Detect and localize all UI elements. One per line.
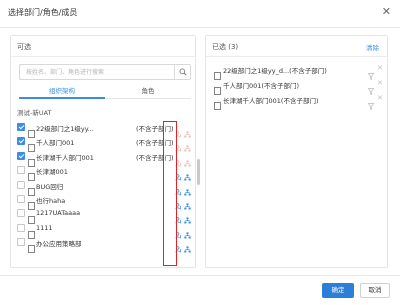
subordinate-icon[interactable]: [175, 152, 182, 167]
tree-node[interactable]: 千人部门001 (不含子部门): [17, 134, 193, 153]
cancel-button[interactable]: 取消: [360, 283, 390, 298]
node-checkbox[interactable]: [17, 137, 25, 146]
tree-node[interactable]: 也行haha: [17, 192, 193, 210]
node-checkbox[interactable]: [17, 223, 25, 232]
dialog-header: 选择部门/角色/成员 ✕: [0, 0, 400, 28]
subordinate-icon[interactable]: [175, 166, 182, 181]
node-label: BUG回归: [36, 182, 64, 191]
breadcrumb[interactable]: 测试-新UAT: [17, 107, 52, 117]
subordinate-icon[interactable]: [175, 195, 182, 210]
selected-item: 长津湖千人部门001(不含子部门) ✕: [212, 92, 384, 111]
confirm-button[interactable]: 确定: [322, 283, 354, 298]
department-tree: 22级部门之1级yy... (不含子部门) 千人部门001 (不含子部门) 长津湖千人部…: [17, 120, 193, 254]
selected-list: 22级部门之1级yy_d...(不含子部门) ✕ 千人部门001(不含子部门) ✕ 长津…: [212, 62, 384, 111]
node-checkbox[interactable]: [17, 166, 25, 175]
node-label: 1217UATaaaa: [36, 209, 81, 218]
node-checkbox[interactable]: [17, 209, 25, 218]
available-panel: 可选 组织架构 角色 测试-新UAT 22级部门之1级yy...(不含子部门)千…: [10, 35, 200, 268]
node-checkbox[interactable]: [17, 123, 25, 131]
divider: [206, 56, 387, 57]
subordinate-icon[interactable]: [175, 209, 182, 224]
org-structure-icon[interactable]: [184, 181, 191, 196]
node-checkbox[interactable]: [17, 238, 25, 247]
select-dialog: 选择部门/角色/成员 ✕ 可选 组织架构 角色 测试-新UAT 22级部门之1级…: [0, 0, 400, 305]
node-hint: (不含子部门): [136, 139, 174, 148]
folder-icon: [28, 152, 35, 167]
node-label: 千人部门001: [36, 139, 75, 148]
tab-bar: 组织架构 角色: [19, 86, 191, 99]
tree-node[interactable]: 1111: [17, 221, 193, 239]
available-panel-title: 可选: [17, 43, 31, 51]
folder-icon: [28, 209, 35, 225]
tree-node[interactable]: 长津湖001: [17, 163, 193, 182]
selected-panel-title: 已选 (3): [212, 43, 239, 51]
tab-org-structure[interactable]: 组织架构: [19, 86, 105, 99]
subordinate-icon[interactable]: [175, 224, 182, 239]
selected-item-label: 22级部门之1级yy_d...(不含子部门): [223, 67, 327, 75]
org-structure-icon[interactable]: [184, 209, 191, 224]
folder-icon: [28, 123, 35, 138]
selected-item: 千人部门001(不含子部门) ✕: [212, 77, 384, 96]
folder-icon: [214, 65, 221, 80]
org-structure-icon[interactable]: [184, 152, 191, 167]
filter-icon[interactable]: [367, 65, 375, 81]
node-label: 1111: [36, 223, 53, 232]
org-structure-icon[interactable]: [184, 195, 191, 210]
tab-roles[interactable]: 角色: [105, 86, 191, 99]
node-hint: (不含子部门): [136, 125, 174, 133]
filter-icon[interactable]: [367, 80, 375, 96]
dialog-title: 选择部门/角色/成员: [8, 8, 78, 17]
org-structure-icon[interactable]: [184, 123, 191, 138]
tree-node[interactable]: 1217UATaaaa: [17, 206, 193, 225]
org-structure-icon[interactable]: [184, 137, 191, 152]
tree-node[interactable]: 办公应用策略部: [17, 235, 193, 254]
folder-icon: [28, 166, 35, 182]
subordinate-icon[interactable]: [175, 238, 182, 253]
folder-icon: [28, 137, 35, 153]
node-checkbox[interactable]: [17, 194, 25, 203]
clear-button[interactable]: 清除: [366, 42, 379, 52]
selected-item-label: 长津湖千人部门001(不含子部门): [223, 97, 319, 105]
search-icon[interactable]: [174, 65, 190, 79]
node-checkbox[interactable]: [17, 180, 25, 189]
search-input[interactable]: [20, 65, 175, 79]
selected-item-label: 千人部门001(不含子部门): [223, 82, 299, 90]
scrollbar-thumb[interactable]: [197, 159, 200, 185]
scrollbar[interactable]: [197, 159, 200, 299]
org-structure-icon[interactable]: [184, 224, 191, 239]
selected-panel: 已选 (3) 清除 22级部门之1级yy_d...(不含子部门) ✕ 千人部门001…: [205, 35, 388, 268]
divider: [11, 56, 195, 57]
subordinate-icon[interactable]: [175, 181, 182, 195]
subordinate-icon[interactable]: [175, 137, 182, 152]
node-label: 也行haha: [36, 196, 66, 205]
node-checkbox[interactable]: [17, 151, 25, 160]
org-structure-icon[interactable]: [184, 166, 191, 181]
filter-icon[interactable]: [367, 95, 375, 111]
tree-node[interactable]: 22级部门之1级yy... (不含子部门): [17, 120, 193, 138]
folder-icon: [28, 181, 35, 196]
tree-node[interactable]: 长津湖千人部门001 (不含子部门): [17, 149, 193, 167]
folder-icon: [214, 95, 221, 110]
folder-icon: [28, 238, 35, 254]
subordinate-icon[interactable]: [175, 123, 182, 138]
folder-icon: [28, 195, 35, 210]
close-icon[interactable]: ✕: [382, 5, 391, 18]
folder-icon: [28, 224, 35, 239]
search-box: [19, 64, 191, 80]
node-label: 长津湖001: [36, 168, 68, 177]
node-label: 22级部门之1级yy...: [36, 125, 94, 133]
folder-icon: [214, 80, 221, 95]
remove-icon[interactable]: ✕: [377, 94, 383, 102]
remove-icon[interactable]: ✕: [377, 64, 383, 72]
org-structure-icon[interactable]: [184, 238, 191, 253]
tree-node[interactable]: BUG回归: [17, 178, 193, 196]
selected-item: 22级部门之1级yy_d...(不含子部门) ✕: [212, 62, 384, 81]
node-label: 长津湖千人部门001: [36, 153, 94, 162]
node-label: 办公应用策略部: [36, 240, 82, 249]
node-hint: (不含子部门): [136, 153, 174, 162]
remove-icon[interactable]: ✕: [377, 79, 383, 87]
divider: [0, 275, 400, 276]
